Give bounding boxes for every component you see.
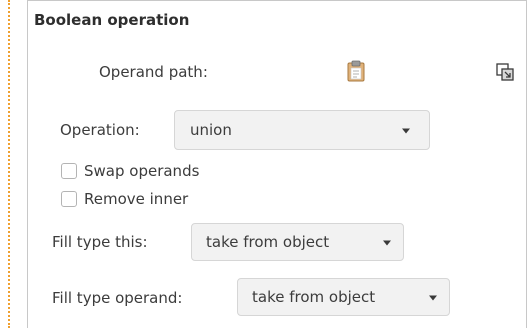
remove-inner-label: Remove inner bbox=[84, 190, 189, 208]
clipboard-paste-icon[interactable] bbox=[347, 60, 365, 82]
fill-type-this-label: Fill type this: bbox=[52, 233, 148, 251]
fill-type-this-value: take from object bbox=[206, 233, 330, 251]
operation-dropdown[interactable]: union bbox=[174, 110, 430, 150]
fill-type-operand-label: Fill type operand: bbox=[52, 289, 183, 307]
swap-operands-option[interactable]: Swap operands bbox=[61, 162, 281, 182]
operation-value: union bbox=[190, 121, 232, 139]
chevron-down-icon bbox=[402, 128, 410, 134]
section-title: Boolean operation bbox=[34, 11, 190, 29]
remove-inner-checkbox[interactable] bbox=[61, 191, 77, 207]
boolean-operation-panel: Boolean operation Operand path: Operatio… bbox=[27, 0, 527, 328]
fill-type-this-dropdown[interactable]: take from object bbox=[191, 223, 404, 261]
select-original-icon[interactable] bbox=[496, 63, 514, 81]
operation-label: Operation: bbox=[60, 121, 140, 139]
dialog-root: Boolean operation Operand path: Operatio… bbox=[0, 0, 531, 328]
swap-operands-checkbox[interactable] bbox=[61, 163, 77, 179]
chevron-down-icon bbox=[429, 295, 437, 301]
remove-inner-option[interactable]: Remove inner bbox=[61, 190, 281, 210]
fill-type-operand-value: take from object bbox=[252, 288, 376, 306]
dotted-edge-indicator bbox=[8, 0, 10, 328]
swap-operands-label: Swap operands bbox=[84, 162, 200, 180]
operand-path-label: Operand path: bbox=[99, 63, 208, 81]
fill-type-operand-dropdown[interactable]: take from object bbox=[237, 278, 450, 316]
chevron-down-icon bbox=[383, 240, 391, 246]
